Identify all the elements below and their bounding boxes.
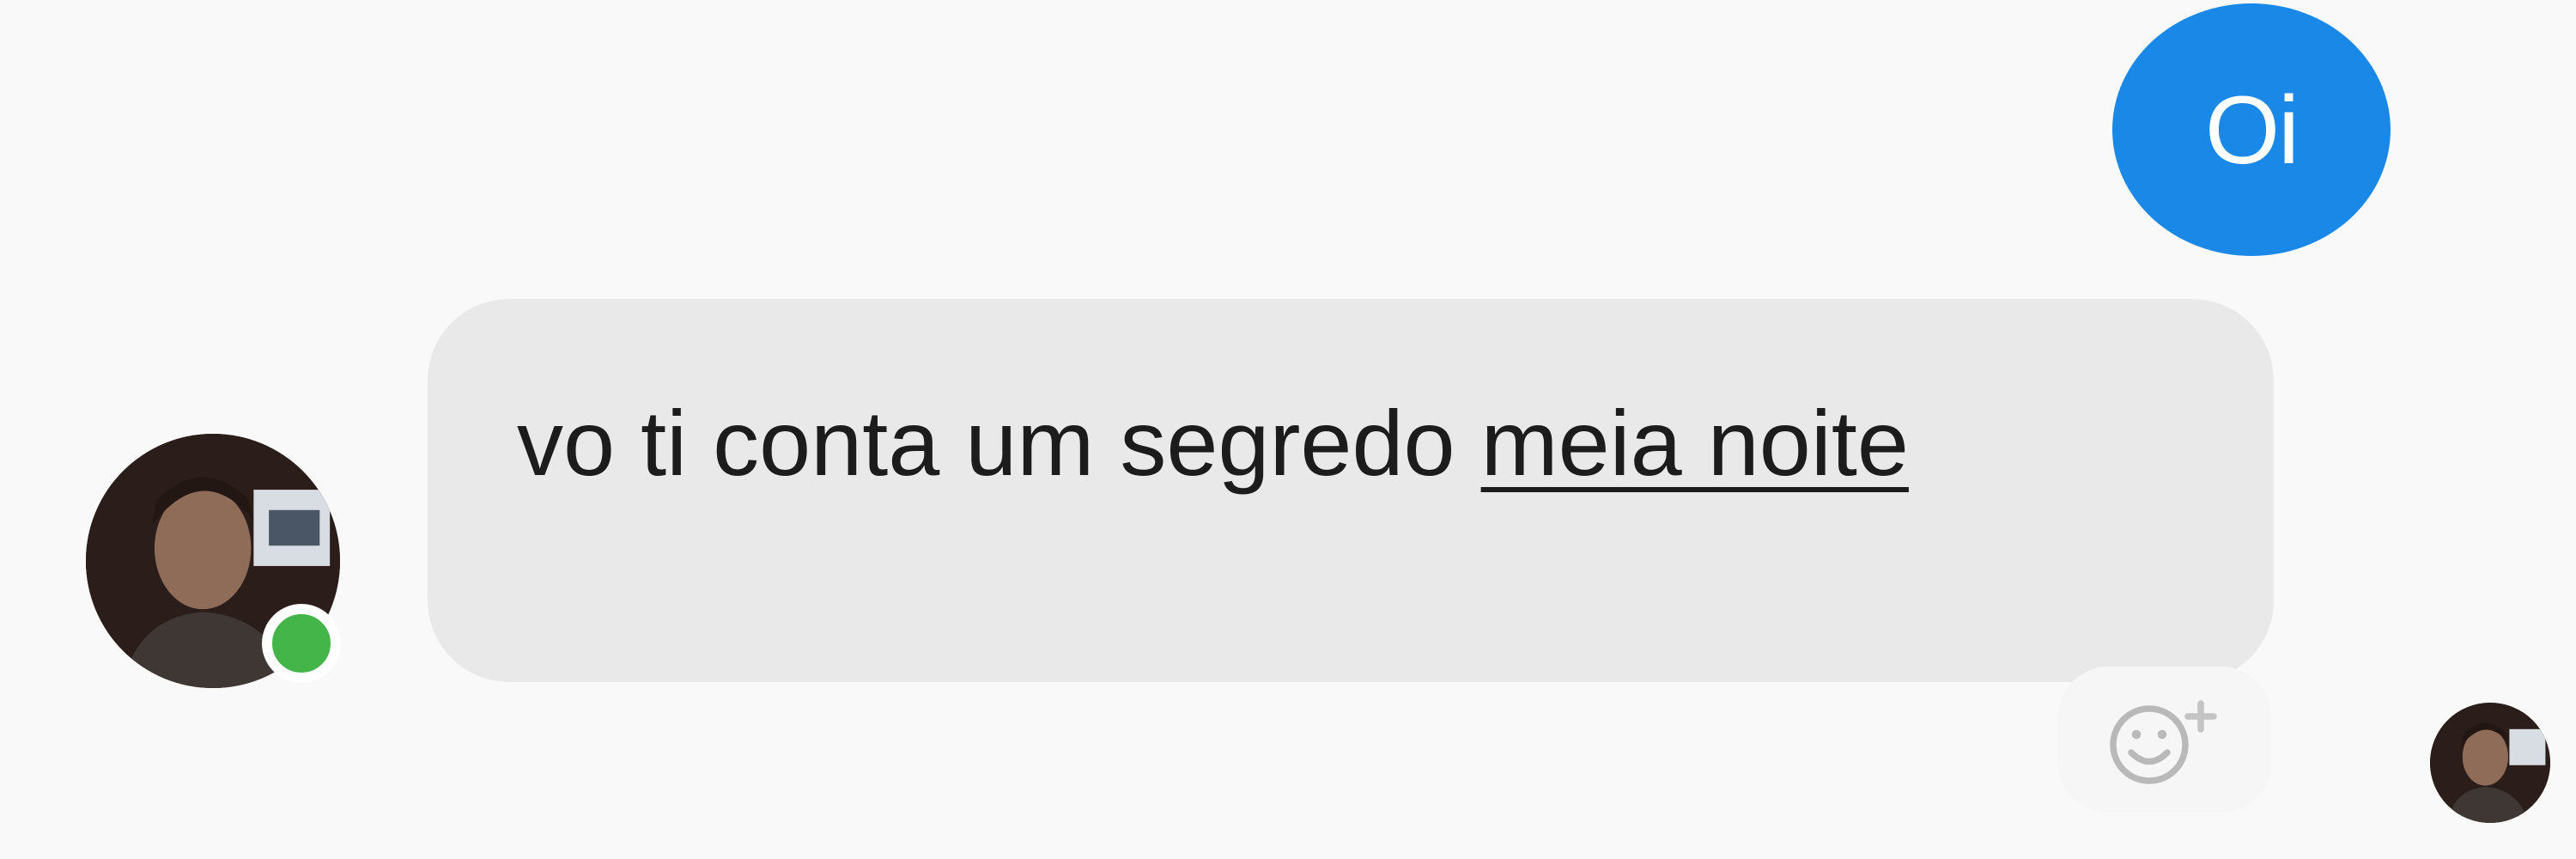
sent-message-text: Oi [2205,76,2300,184]
add-reaction-button[interactable] [2057,667,2272,813]
online-status-indicator [262,604,341,683]
received-message-text: vo ti conta um segredo [517,391,1481,495]
chat-thread: Oi vo ti conta um segredo meia noite [0,0,2576,859]
smiley-plus-icon [2110,700,2217,784]
message-link[interactable]: meia noite [1481,391,1909,495]
profile-photo-icon [2430,703,2550,823]
sent-message-bubble[interactable]: Oi [2112,3,2391,256]
received-message-bubble[interactable]: vo ti conta um segredo meia noite [428,299,2274,682]
read-receipt-avatar [2430,703,2550,823]
